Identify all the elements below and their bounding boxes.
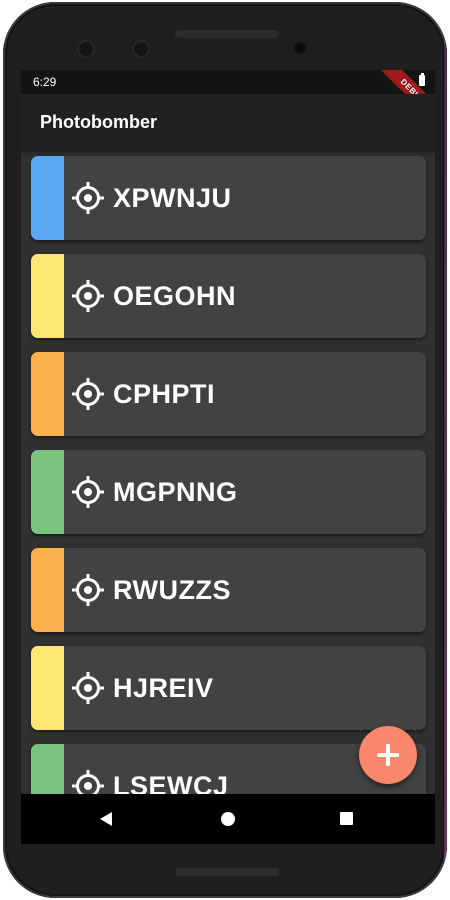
list-item-label: MGPNNG — [113, 477, 238, 507]
target-icon — [72, 182, 104, 214]
list-item-label: CPHPTI — [113, 379, 216, 409]
app-bar: Photobomber — [21, 94, 435, 150]
color-strip — [31, 744, 64, 794]
list-item-label: XPWNJU — [113, 183, 232, 213]
recents-icon[interactable] — [340, 812, 353, 825]
camera-icon — [77, 40, 95, 58]
list-item[interactable]: OEGOHN — [31, 254, 426, 338]
app-title: Photobomber — [40, 112, 157, 132]
target-icon — [72, 574, 104, 606]
battery-icon — [419, 73, 425, 86]
status-time: 6:29 — [33, 75, 57, 89]
list-item[interactable]: MGPNNG — [31, 450, 426, 534]
target-icon — [72, 770, 104, 794]
earpiece-speaker — [175, 30, 279, 38]
bottom-speaker — [175, 868, 279, 876]
target-icon — [72, 672, 104, 704]
system-nav-bar — [21, 794, 435, 844]
list-item-label: LSEWCJ — [113, 771, 229, 794]
color-strip — [31, 450, 64, 534]
list-item[interactable]: CPHPTI — [31, 352, 426, 436]
home-icon[interactable] — [221, 812, 235, 826]
plus-icon — [377, 744, 399, 766]
color-strip — [31, 156, 64, 240]
camera-icon — [132, 40, 150, 58]
target-icon — [72, 378, 104, 410]
phone-frame: 6:29 DEBUG Photobomber XPWNJU OEGOHN CPH… — [3, 2, 447, 898]
list-item-label: HJREIV — [113, 673, 214, 703]
status-bar: 6:29 — [21, 70, 435, 94]
front-sensor — [294, 42, 306, 54]
app-screen: 6:29 DEBUG Photobomber XPWNJU OEGOHN CPH… — [21, 70, 435, 844]
list-item[interactable]: HJREIV — [31, 646, 426, 730]
color-strip — [31, 548, 64, 632]
list-item-label: OEGOHN — [113, 281, 237, 311]
add-item-button[interactable] — [359, 726, 417, 784]
list-item[interactable]: RWUZZS — [31, 548, 426, 632]
target-icon — [72, 476, 104, 508]
color-strip — [31, 646, 64, 730]
item-list: XPWNJU OEGOHN CPHPTI MGPNNG RWUZZS HJREI… — [21, 150, 435, 794]
target-icon — [72, 280, 104, 312]
list-item[interactable]: XPWNJU — [31, 156, 426, 240]
color-strip — [31, 254, 64, 338]
list-item-label: RWUZZS — [113, 575, 231, 605]
color-strip — [31, 352, 64, 436]
back-icon[interactable] — [100, 812, 112, 826]
